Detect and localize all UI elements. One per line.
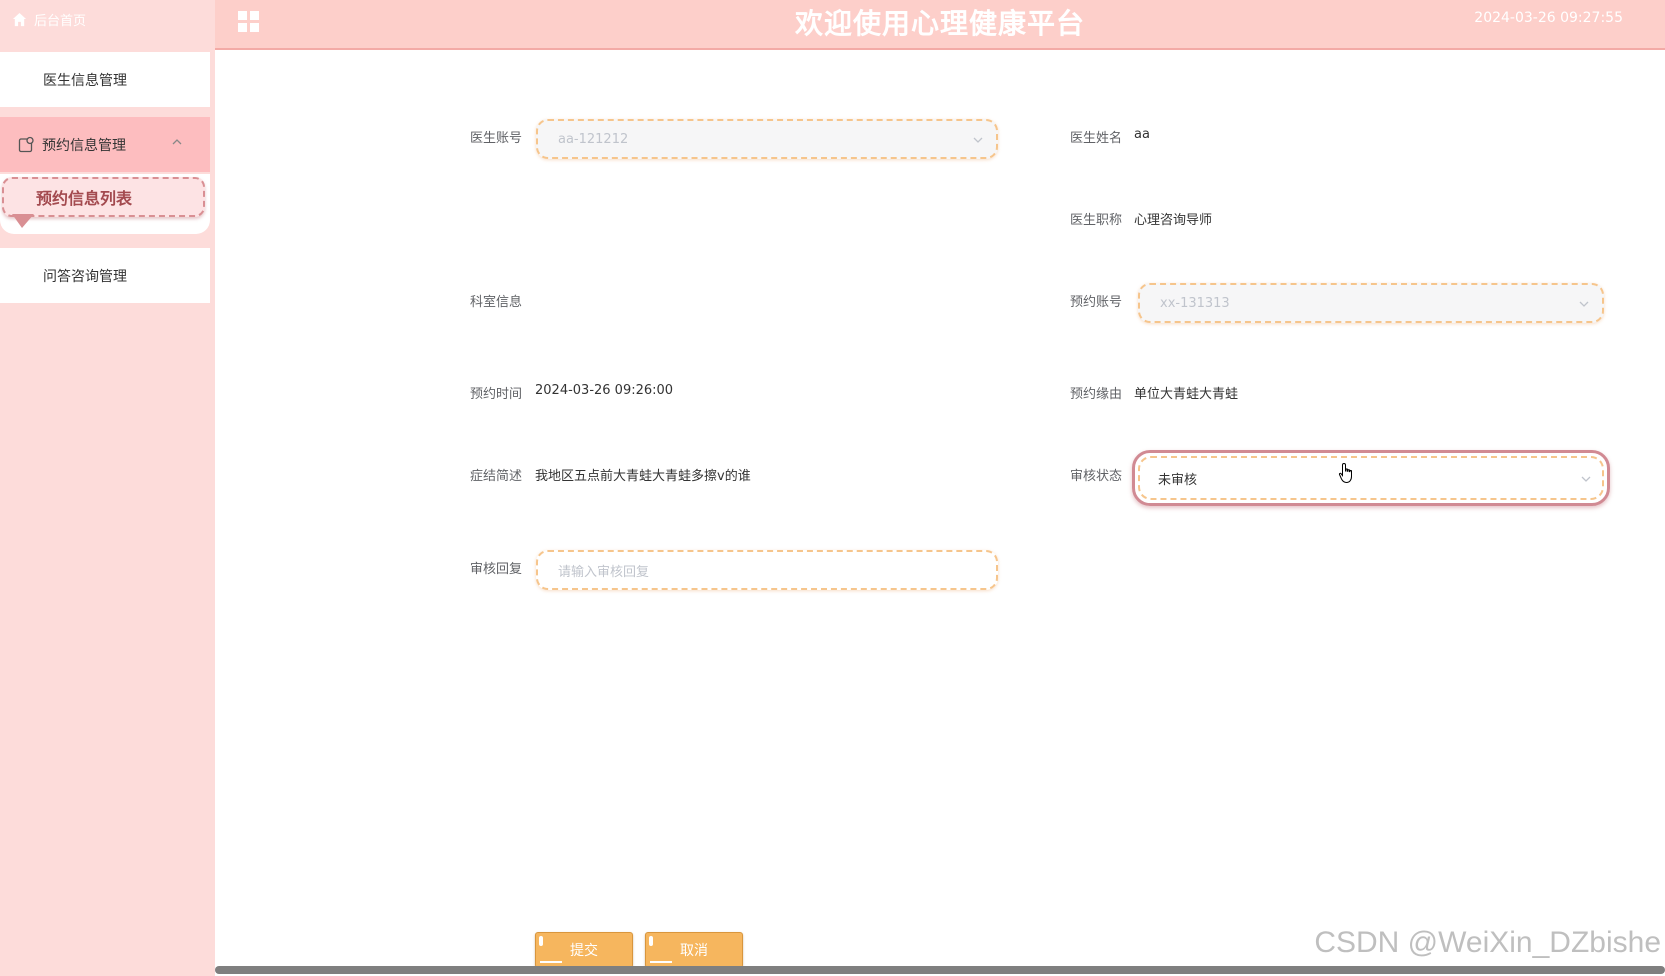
appointment-reason-value: 单位大青蛙大青蛙 [1134,387,1239,402]
home-link[interactable]: 后台首页 [12,9,86,29]
appointment-time-value: 2024-03-26 09:26:00 [535,383,674,398]
header: 欢迎使用心理健康平台 2024-03-26 09:27:55 [215,0,1665,50]
symptom-label: 症结简述 [469,469,522,484]
review-status-label: 审核状态 [1069,469,1122,484]
submit-button[interactable]: 提交 [535,932,633,968]
doctor-title-label: 医生职称 [1069,213,1122,228]
cancel-button[interactable]: 取消 [645,932,743,968]
bubble-tail [12,214,34,228]
sidebar-item-label: 预约信息管理 [42,137,126,154]
chevron-down-icon [1579,301,1589,307]
sidebar-item-label: 问答咨询管理 [43,268,127,285]
doctor-account-label: 医生账号 [469,131,522,146]
header-datetime: 2024-03-26 09:27:55 [1474,10,1623,26]
sidebar-item-label: 医生信息管理 [43,72,127,89]
home-icon [12,12,27,26]
chevron-down-icon [1581,476,1591,482]
appointment-reason-label: 预约缘由 [1069,387,1122,402]
department-label: 科室信息 [469,295,522,310]
sidebar-item-qa-management[interactable]: 问答咨询管理 [0,248,210,303]
sidebar-item-doctor-management[interactable]: 医生信息管理 [0,52,210,107]
review-status-inner: 未审核 [1138,456,1604,500]
sidebar-item-appointment-management[interactable]: 预约信息管理 [0,117,210,172]
appointment-account-value: xx-131313 [1160,295,1230,311]
appointment-account-select[interactable]: xx-131313 [1138,283,1604,323]
appointment-account-label: 预约账号 [1069,295,1122,310]
review-reply-placeholder: 请输入审核回复 [558,564,650,580]
chevron-down-icon [973,137,983,143]
review-reply-input[interactable]: 请输入审核回复 [536,550,998,590]
symptom-value: 我地区五点前大青蛙大青蛙多擦v的谁 [535,469,751,484]
doctor-account-select[interactable]: aa-121212 [536,119,998,159]
home-label: 后台首页 [34,13,87,29]
watermark: CSDN @WeiXin_DZbishe [1314,926,1661,959]
review-reply-label: 审核回复 [469,562,522,577]
doctor-name-label: 医生姓名 [1069,131,1122,146]
doctor-title-value: 心理咨询导师 [1134,213,1213,228]
appointment-icon [18,136,34,153]
submenu: 预约信息列表 [0,174,210,234]
page-title: 欢迎使用心理健康平台 [794,7,1085,40]
doctor-name-value: aa [1134,127,1150,142]
hand-cursor-icon [1338,462,1352,484]
doctor-account-value: aa-121212 [558,131,629,147]
sidebar-subitem-label: 预约信息列表 [36,189,133,208]
sidebar: 后台首页 医生信息管理 预约信息管理 预约信息列表 问答咨询管理 [0,0,215,976]
review-status-select[interactable]: 未审核 [1132,450,1610,506]
appointment-time-label: 预约时间 [469,387,522,402]
sidebar-subitem-appointment-list[interactable]: 预约信息列表 [2,177,205,217]
chevron-up-icon [172,139,182,145]
horizontal-scrollbar[interactable] [215,966,1665,974]
review-status-value: 未审核 [1158,472,1198,488]
